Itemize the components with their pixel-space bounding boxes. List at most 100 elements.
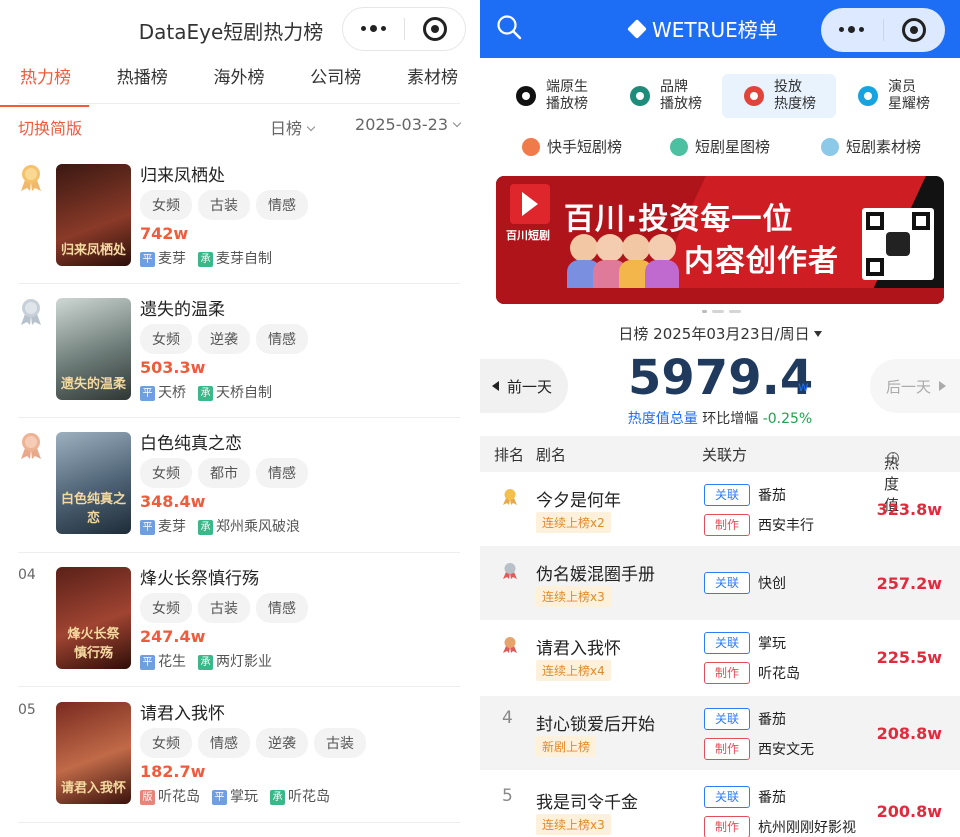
heat-value: 247.4w (140, 627, 206, 646)
related-name: 番茄 (758, 488, 786, 504)
producer-name: 西安文无 (758, 742, 814, 758)
category-label: 快手短剧榜 (547, 138, 623, 156)
diamond-icon (627, 18, 647, 39)
producer-info: 承听花岛 (270, 786, 330, 806)
related-party: 关联 掌玩 (704, 632, 786, 654)
heat-value: 348.4w (140, 492, 206, 511)
platform-name: 花生 (158, 654, 186, 670)
promo-banner[interactable]: 百川短剧 百川·投资每一位 内容创作者 (496, 176, 944, 304)
close-button[interactable] (884, 8, 946, 52)
heat-value: 742w (140, 224, 189, 243)
tag: 女频 (140, 190, 192, 220)
drama-title: 请君入我怀 (536, 639, 621, 659)
table-row[interactable]: 5 我是司令千金 连续上榜x3 关联 番茄 制作 杭州刚刚好影视 200.8w (480, 774, 960, 837)
banner-illustration (566, 234, 679, 288)
tag: 古装 (198, 593, 250, 623)
list-item[interactable]: 归来凤栖处 归来凤栖处 女频 古装 情感 742w 平麦芽 承麦芽自制 (0, 164, 478, 298)
producer-tag: 制作 (704, 514, 750, 536)
kuaishou-icon (522, 137, 540, 156)
switch-simple-button[interactable]: 切换简版 (18, 115, 82, 139)
silver-medal-icon (503, 563, 517, 579)
header-rank: 排名 (494, 446, 525, 464)
platform-name: 麦芽 (158, 519, 186, 535)
change-value: -0.25% (762, 411, 813, 427)
tab-material[interactable]: 素材榜 (405, 56, 460, 103)
related-tag: 关联 (704, 484, 750, 506)
list-item[interactable]: 04 烽火长祭 慎行殇 烽火长祭慎行殇 女频 古装 情感 247.4w 平花生 … (0, 567, 478, 701)
heat-value: 182.7w (140, 762, 206, 781)
target-icon (422, 17, 447, 41)
gold-medal-icon (21, 165, 41, 191)
info-icon[interactable]: i (887, 452, 899, 464)
tag-list: 女频 情感 逆袭 古装 (140, 728, 366, 758)
category-label: 短剧素材榜 (846, 138, 922, 156)
divider (18, 686, 460, 687)
producer-badge: 承 (198, 520, 213, 535)
banner-headline: 百川·投资每一位 (564, 202, 794, 237)
list-item[interactable]: 遗失的温柔 遗失的温柔 女频 逆袭 情感 503.3w 平天桥 承天桥自制 (0, 298, 478, 432)
period-select[interactable]: 日榜 (270, 115, 316, 139)
platform-name: 天桥 (158, 385, 186, 401)
cover-image: 归来凤栖处 (56, 164, 131, 266)
list-item[interactable]: 白色纯真之恋 白色纯真之恋 女频 都市 情感 348.4w 平麦芽 承郑州乘风破… (0, 432, 478, 566)
producer-tag: 制作 (704, 738, 750, 760)
search-icon[interactable] (496, 14, 522, 40)
copyright-info: 版听花岛 (140, 786, 200, 806)
category-ad-heat[interactable]: 投放 热度榜 (722, 74, 836, 118)
heat-value: 208.8w (876, 724, 942, 743)
rank-number: 5 (502, 786, 513, 806)
table-row[interactable]: 今夕是何年 连续上榜x2 关联 番茄 制作 西安丰行 323.8w (480, 472, 960, 546)
category-native-play[interactable]: 端原生 播放榜 (494, 74, 608, 118)
period-value: 日榜 (270, 119, 303, 138)
category-xingtu[interactable]: 短剧星图榜 (670, 136, 770, 157)
table-row[interactable]: 请君入我怀 连续上榜x4 关联 掌玩 制作 听花岛 225.5w (480, 620, 960, 694)
category-brand-play[interactable]: 品牌 播放榜 (608, 74, 722, 118)
tab-heat[interactable]: 热力榜 (0, 56, 89, 107)
meta-row: 平麦芽 承郑州乘风破浪 (140, 516, 300, 536)
filter-bar: 切换简版 日榜 2025-03-23 (18, 112, 462, 140)
prev-day-button[interactable]: 前一天 (480, 359, 568, 413)
category-kuaishou[interactable]: 快手短剧榜 (522, 136, 622, 157)
drama-title: 归来凤栖处 (140, 166, 225, 186)
page-title: WETRUE榜单 (627, 14, 778, 43)
ranking-tabs: 热力榜 热播榜 海外榜 公司榜 素材榜 (0, 56, 460, 107)
star-icon (858, 86, 878, 106)
platform-badge: 平 (212, 790, 227, 805)
next-day-label: 后一天 (886, 377, 932, 396)
category-label: 品牌 播放榜 (660, 79, 702, 112)
tab-overseas[interactable]: 海外榜 (212, 56, 267, 103)
next-day-button[interactable]: 后一天 (870, 359, 960, 413)
tab-company[interactable]: 公司榜 (308, 56, 363, 103)
tag: 情感 (256, 324, 308, 354)
arrow-right-icon (939, 381, 947, 391)
xingtu-icon (670, 137, 688, 156)
more-button[interactable] (343, 8, 404, 50)
tag-list: 女频 逆袭 情感 (140, 324, 308, 354)
table-row[interactable]: 4 封心锁爱后开始 新剧上榜 关联 番茄 制作 西安文无 208.8w (480, 696, 960, 770)
related-tag: 关联 (704, 786, 750, 808)
table-row[interactable]: 伪名媛混圈手册 连续上榜x3 关联 快创 257.2w (480, 546, 960, 620)
producer-name: 麦芽自制 (216, 251, 272, 267)
list-item[interactable]: 05 请君入我怀 请君入我怀 女频 情感 逆袭 古装 182.7w 版听花岛 平… (0, 702, 478, 836)
related-tag: 关联 (704, 632, 750, 654)
tag: 都市 (198, 458, 250, 488)
rank-number: 04 (18, 567, 36, 583)
baichuan-logo-icon (510, 184, 550, 224)
more-dots-icon (839, 26, 865, 33)
producer-name: 西安丰行 (758, 518, 814, 534)
category-material[interactable]: 短剧素材榜 (821, 136, 921, 157)
date-select[interactable]: 日榜 2025年03月23日/周日 (480, 323, 960, 344)
date-select[interactable]: 2025-03-23 (355, 115, 462, 134)
producer-party: 制作 杭州刚刚好影视 (704, 816, 856, 837)
tag: 情感 (256, 593, 308, 623)
more-button[interactable] (821, 8, 883, 52)
platform-info: 平麦芽 (140, 248, 186, 268)
platform-badge: 平 (140, 252, 155, 267)
heat-value: 323.8w (876, 500, 942, 519)
meta-row: 平花生 承两灯影业 (140, 651, 272, 671)
tab-hot-play[interactable]: 热播榜 (115, 56, 170, 103)
category-actor-star[interactable]: 演员 星耀榜 (836, 74, 950, 118)
close-button[interactable] (405, 8, 466, 50)
dataeye-panel: DataEye短剧热力榜 热力榜 热播榜 海外榜 公司榜 素材榜 切换简版 日榜… (0, 0, 478, 837)
producer-tag: 制作 (704, 816, 750, 837)
